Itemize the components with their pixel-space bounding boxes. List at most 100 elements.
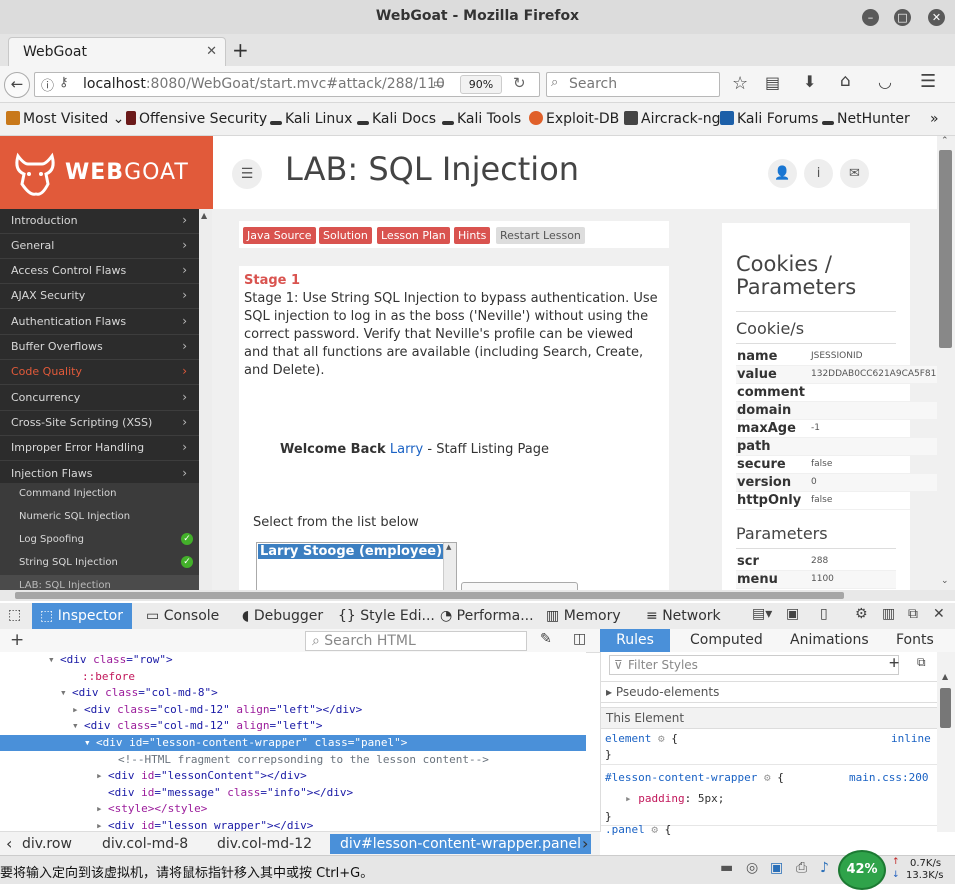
cd-icon[interactable]: ◎ — [746, 860, 758, 876]
bookmark-kali-docs[interactable]: Kali Docs — [357, 111, 436, 127]
filter-styles-input[interactable]: ⊽ Filter Styles — [609, 655, 899, 675]
tab-style-editor[interactable]: {} Style Edi... — [338, 603, 435, 629]
frames-icon[interactable]: ▤▾ — [752, 606, 772, 622]
minimize-button[interactable]: – — [862, 9, 879, 26]
page-horizontal-scrollbar[interactable] — [0, 590, 955, 601]
pseudo-elements-section[interactable]: ▸ Pseudo-elements — [601, 681, 943, 703]
solution-button[interactable]: Solution — [319, 227, 372, 244]
menu-icon[interactable]: ☰ — [920, 71, 936, 92]
tab-debugger[interactable]: ◖ Debugger — [242, 603, 323, 629]
markup-node[interactable]: ▾ <div class="col-md-12" align="left"> — [0, 718, 586, 734]
gear-icon[interactable]: ⚙ — [651, 823, 658, 836]
tab-fonts[interactable]: Fonts — [896, 629, 934, 652]
markup-node[interactable]: ▸ <div class="col-md-12" align="left"></d… — [0, 702, 586, 718]
submenu-command-injection[interactable]: Command Injection — [0, 483, 199, 506]
breadcrumb-prev-icon[interactable]: ‹ — [6, 834, 12, 854]
page-vertical-scrollbar[interactable]: ⌃ ⌄ — [937, 136, 955, 590]
markup-node[interactable]: <div id="message" class="info"></div> — [0, 785, 586, 801]
markup-view[interactable]: ▾ <div class="row">::before ▾ <div class="c… — [0, 652, 586, 832]
expand-arrow-icon[interactable]: ▾ — [72, 718, 79, 734]
scroll-up-icon[interactable]: ▲ — [942, 672, 948, 681]
breadcrumb-col-md-12[interactable]: div.col-md-12 — [217, 834, 312, 854]
bookmark-most-visited[interactable]: Most Visited ⌄ — [6, 111, 124, 127]
hamburger-menu-button[interactable]: ☰ — [232, 159, 262, 189]
tab-computed[interactable]: Computed — [690, 629, 763, 652]
bookmark-offensive-security[interactable]: Offensive Security — [126, 111, 267, 127]
sound-icon[interactable]: ♪ — [820, 860, 829, 876]
reload-icon[interactable]: ↻ — [513, 74, 526, 92]
close-devtools-icon[interactable]: ✕ — [933, 606, 945, 622]
bookmark-nethunter[interactable]: NetHunter — [822, 111, 910, 127]
rule-lesson-content-wrapper[interactable]: #lesson-content-wrapper ⚙ { — [605, 771, 784, 784]
search-html-input[interactable]: ⌕ Search HTML — [305, 631, 527, 651]
eyedropper-icon[interactable]: ✎ — [540, 631, 552, 647]
menu-xss[interactable]: Cross-Site Scripting (XSS) › — [0, 411, 199, 436]
info-icon[interactable]: ⓘ — [41, 75, 54, 94]
expand-arrow-icon[interactable]: ▸ — [72, 702, 79, 718]
markup-node[interactable]: ▸ <style></style> — [0, 801, 586, 817]
breadcrumb-col-md-8[interactable]: div.col-md-8 — [102, 834, 188, 854]
rule-source[interactable]: inline — [891, 732, 931, 745]
back-button[interactable]: ← — [4, 72, 30, 98]
pick-element-icon[interactable]: ⬚ — [8, 607, 21, 623]
menu-introduction[interactable]: Introduction › — [0, 209, 199, 234]
java-source-button[interactable]: Java Source — [243, 227, 316, 244]
close-window-button[interactable]: ✕ — [928, 9, 945, 26]
hints-button[interactable]: Hints — [454, 227, 491, 244]
new-tab-button[interactable]: + — [232, 38, 249, 62]
zoom-indicator[interactable]: 90% — [460, 75, 502, 94]
breadcrumb-next-icon[interactable]: › — [582, 834, 588, 854]
undock-icon[interactable]: ⧉ — [908, 606, 918, 622]
rule-source[interactable]: main.css:200 — [849, 771, 928, 784]
sidebar-scrollbar[interactable]: ▲ — [199, 209, 212, 590]
menu-general[interactable]: General › — [0, 234, 199, 259]
home-icon[interactable]: ⌂ — [840, 71, 851, 91]
scrollbar-thumb[interactable] — [15, 592, 844, 599]
tab-console[interactable]: ▭ Console — [146, 603, 219, 629]
settings-gear-icon[interactable]: ⚙ — [855, 606, 868, 622]
rule-source[interactable]: main.css:545 — [849, 830, 928, 832]
rule-panel[interactable]: .panel ⚙ { — [605, 824, 671, 835]
employee-option-selected[interactable]: Larry Stooge (employee) — [258, 544, 443, 559]
restart-lesson-button[interactable]: Restart Lesson — [496, 227, 585, 244]
search-field[interactable]: ⌕ Search — [546, 72, 720, 97]
scroll-up-icon[interactable]: ▲ — [446, 543, 451, 551]
markup-node[interactable]: ::before — [0, 669, 586, 685]
expand-arrow-icon[interactable]: ▸ — [96, 768, 103, 784]
rule-element[interactable]: element ⚙ { — [605, 732, 678, 745]
breadcrumb-lesson-content-wrapper[interactable]: div#lesson-content-wrapper.panel — [330, 834, 591, 854]
markup-node[interactable]: ▸ <div id="lessonContent"></div> — [0, 768, 586, 784]
bookmarks-overflow-icon[interactable]: » — [930, 111, 939, 127]
listbox-scrollbar[interactable]: ▲ — [443, 543, 456, 590]
scroll-up-icon[interactable]: ⌃ — [941, 136, 949, 146]
menu-code-quality[interactable]: Code Quality › — [0, 360, 199, 385]
scrollbar-thumb[interactable] — [940, 688, 951, 728]
library-icon[interactable]: ▤ — [765, 73, 780, 92]
bookmark-kali-forums[interactable]: Kali Forums — [720, 111, 818, 127]
expand-arrow-icon[interactable]: ▾ — [48, 652, 55, 668]
submenu-numeric-sql-injection[interactable]: Numeric SQL Injection — [0, 506, 199, 529]
screenshot-icon[interactable]: ▣ — [786, 606, 799, 622]
tab-inspector[interactable]: ⬚ Inspector — [32, 603, 132, 629]
reader-view-icon[interactable]: ▭ — [433, 76, 444, 90]
bookmark-aircrack-ng[interactable]: Aircrack-ng — [624, 111, 721, 127]
menu-concurrency[interactable]: Concurrency › — [0, 386, 199, 411]
submenu-log-spoofing[interactable]: Log Spoofing ✓ — [0, 529, 199, 552]
expand-arrow-icon[interactable]: ▾ — [84, 735, 91, 751]
tab-animations[interactable]: Animations — [790, 629, 869, 652]
expand-arrow-icon[interactable]: ▸ — [96, 801, 103, 817]
scroll-down-icon[interactable]: ⌄ — [941, 576, 949, 586]
network-adapter-icon[interactable]: ▣ — [770, 860, 783, 876]
lesson-plan-button[interactable]: Lesson Plan — [377, 227, 450, 244]
menu-error-handling[interactable]: Improper Error Handling › — [0, 436, 199, 461]
rules-scrollbar[interactable]: ▲ — [937, 652, 955, 832]
markup-node[interactable]: ▾ <div id="lesson-content-wrapper" class=… — [0, 735, 586, 751]
printer-icon[interactable]: ⎙ — [796, 860, 807, 876]
gear-icon[interactable]: ⚙ — [658, 732, 665, 745]
url-text[interactable]: localhost:8080/WebGoat/start.mvc#attack/… — [83, 76, 445, 92]
submenu-lab-sql-injection[interactable]: LAB: SQL Injection — [0, 575, 199, 590]
user-icon[interactable]: 👤 — [768, 159, 797, 188]
bookmark-kali-tools[interactable]: Kali Tools — [442, 111, 521, 127]
webgoat-logo[interactable]: WEBGOAT — [0, 136, 213, 209]
tab-network[interactable]: ≡ Network — [646, 603, 721, 629]
